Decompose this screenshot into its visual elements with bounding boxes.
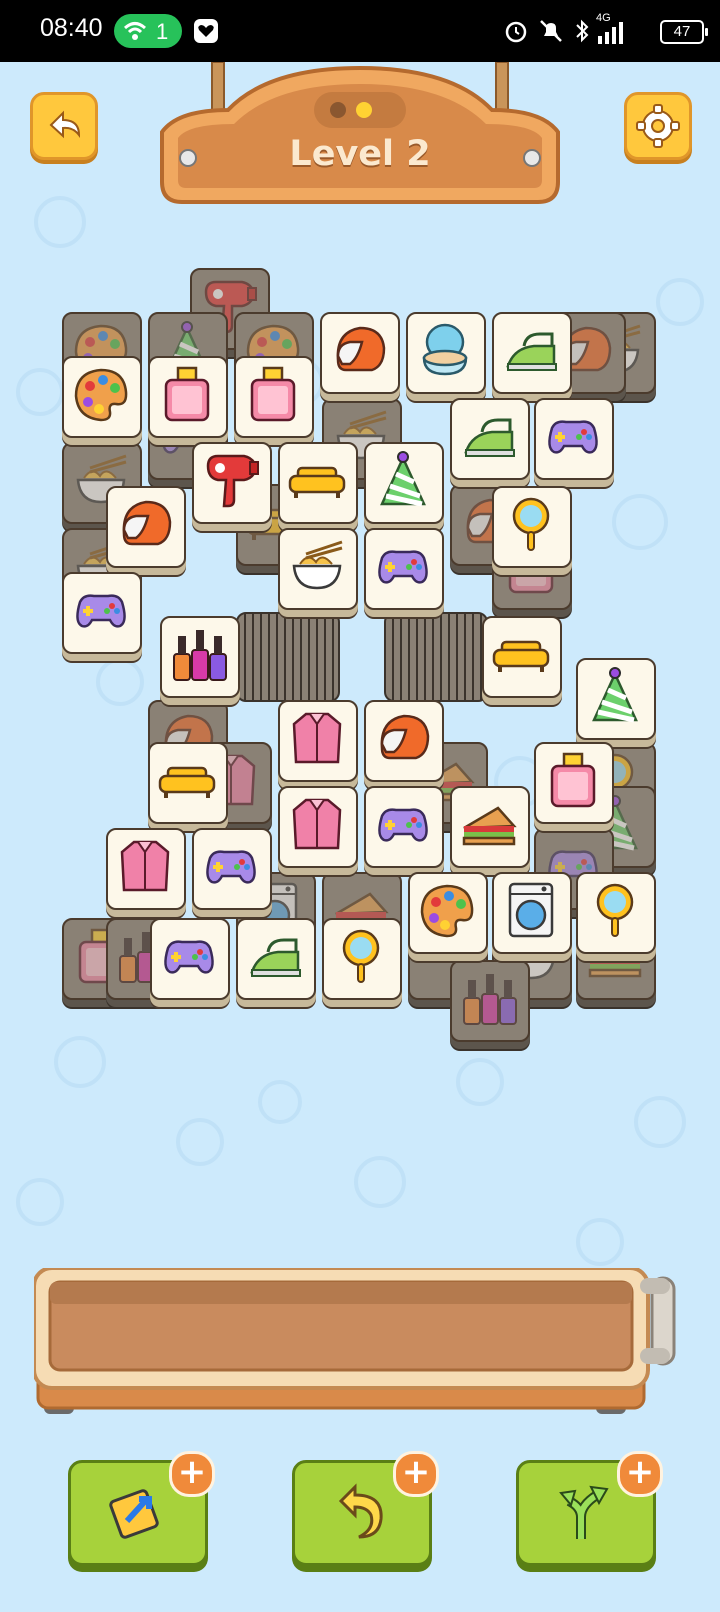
tile-sofa[interactable]: [278, 442, 358, 528]
shuffle-card-icon: [109, 1489, 159, 1539]
tile-stack-left: [236, 612, 340, 702]
tile-jacket[interactable]: [278, 700, 358, 786]
tile-sandwich[interactable]: [450, 786, 530, 872]
tile-sofa[interactable]: [148, 742, 228, 828]
undo-button[interactable]: +: [292, 1451, 439, 1566]
undo-plus-badge[interactable]: +: [393, 1451, 439, 1497]
tile-nail-polish-covered: [450, 960, 530, 1046]
tile-board: [0, 0, 720, 1100]
tile-iron[interactable]: [450, 398, 530, 484]
tile-nail-polish[interactable]: [160, 616, 240, 702]
tile-party-hat[interactable]: [576, 658, 656, 744]
slot-tray: [32, 1266, 682, 1438]
tile-palette[interactable]: [408, 872, 488, 958]
tile-hand-mirror[interactable]: [322, 918, 402, 1004]
tile-gamepad[interactable]: [364, 786, 444, 872]
split-arrows-icon: [559, 1485, 609, 1539]
tile-compact-mirror[interactable]: [406, 312, 486, 398]
tile-stack-right: [384, 612, 488, 702]
tile-gamepad[interactable]: [192, 828, 272, 914]
hint-plus-badge[interactable]: +: [617, 1451, 663, 1497]
tile-perfume[interactable]: [148, 356, 228, 442]
tile-iron[interactable]: [236, 918, 316, 1004]
shuffle-plus-badge[interactable]: +: [169, 1451, 215, 1497]
undo-arrow-icon: [338, 1483, 383, 1539]
tile-party-hat[interactable]: [364, 442, 444, 528]
tile-perfume[interactable]: [234, 356, 314, 442]
tile-sofa[interactable]: [482, 616, 562, 702]
tile-jacket[interactable]: [106, 828, 186, 914]
tile-helmet[interactable]: [106, 486, 186, 572]
tile-gamepad[interactable]: [150, 918, 230, 1004]
wooden-tray: [32, 1266, 676, 1414]
tile-hair-dryer[interactable]: [192, 442, 272, 528]
tile-gamepad[interactable]: [534, 398, 614, 484]
tile-hand-mirror[interactable]: [492, 486, 572, 572]
hint-button[interactable]: +: [516, 1451, 663, 1566]
tile-gamepad[interactable]: [62, 572, 142, 658]
tile-helmet[interactable]: [364, 700, 444, 786]
tile-iron[interactable]: [492, 312, 572, 398]
tile-jacket[interactable]: [278, 786, 358, 872]
tile-hand-mirror[interactable]: [576, 872, 656, 958]
tile-noodle-bowl[interactable]: [278, 528, 358, 614]
tile-perfume[interactable]: [534, 742, 614, 828]
tile-washing-machine[interactable]: [492, 872, 572, 958]
shuffle-button[interactable]: +: [68, 1451, 215, 1566]
tile-helmet[interactable]: [320, 312, 400, 398]
tile-gamepad[interactable]: [364, 528, 444, 614]
tile-palette[interactable]: [62, 356, 142, 442]
